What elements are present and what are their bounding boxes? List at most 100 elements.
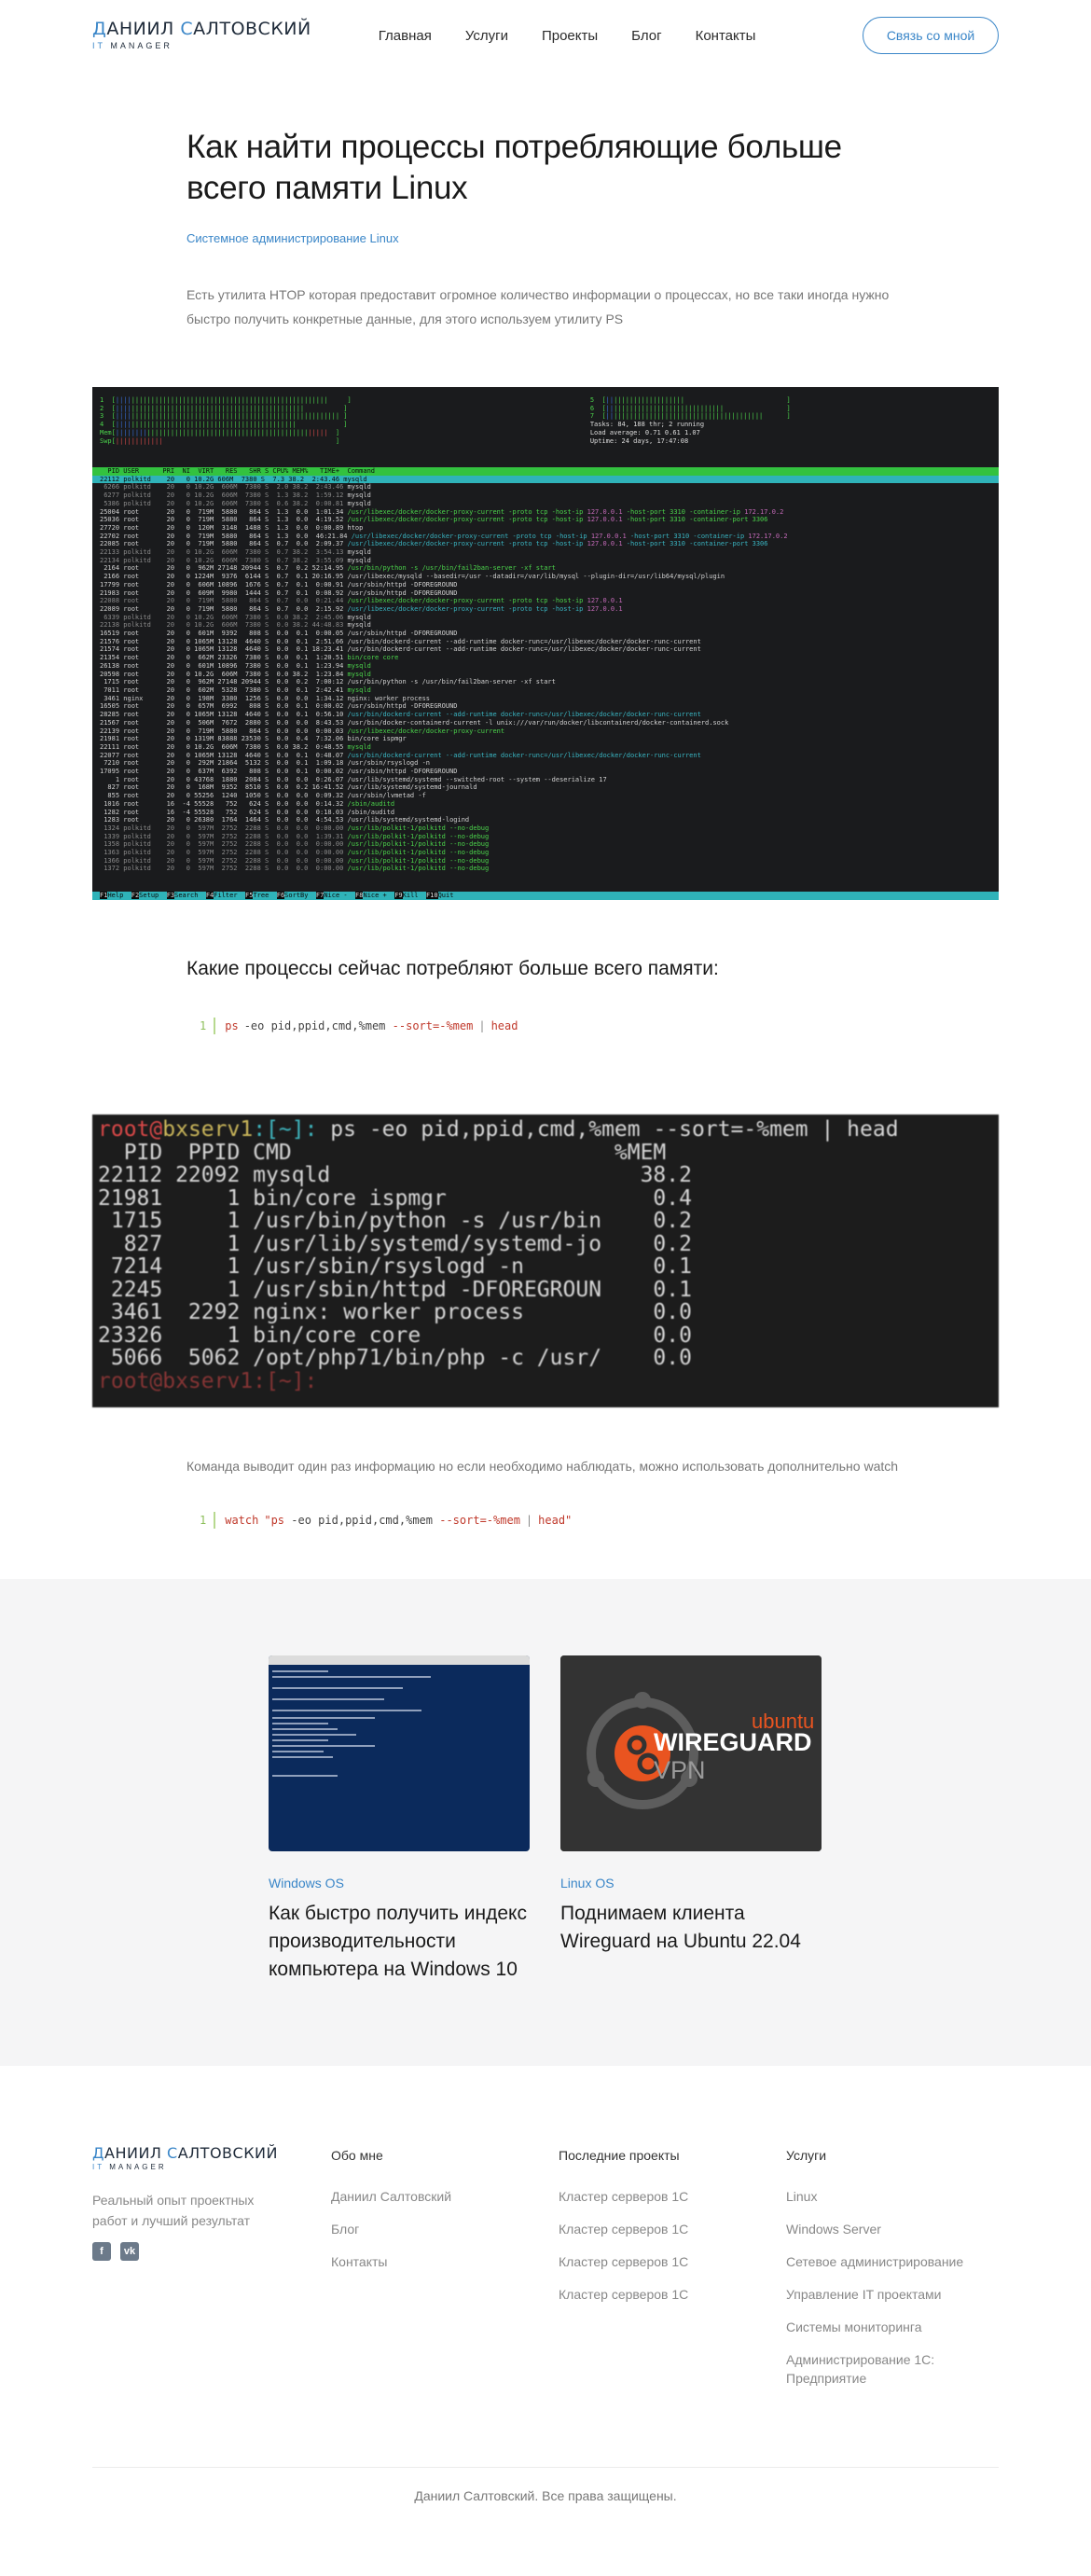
ps-row: 2245 1 /usr/sbin/httpd -DFOREGROUN 0.1 [110,1277,692,1302]
code-block-watch: 1 watch "ps -eo pid,ppid,cmd,%mem --sort… [186,1512,905,1529]
htop-key-label: Quit [437,892,462,899]
htop-key: F2 [131,892,140,899]
footer-link[interactable]: Контакты [331,2252,559,2271]
htop-key-label: Nice - [324,892,356,899]
footer-link[interactable]: Windows Server [786,2220,991,2238]
related-title[interactable]: Как быстро получить индекс производитель… [269,1900,530,1984]
related-title[interactable]: Поднимаем клиента Wireguard на Ubuntu 22… [560,1900,822,1956]
htop-key: F9 [394,892,403,899]
article-category[interactable]: Системное администрирование Linux [186,231,905,245]
nav-home[interactable]: Главная [379,28,432,44]
htop-uptime: Uptime: 24 days, 17:47:08 [589,436,689,445]
code-option: --sort=-%mem [439,1514,520,1527]
htop-key-label: Nice + [363,892,395,899]
nav-blog[interactable]: Блог [631,28,661,44]
logo-name: ДАНИИЛ САЛТОВСКИЙ [92,19,311,39]
ps-row: 1715 1 /usr/bin/python -s /usr/bin 0.2 [110,1209,692,1233]
footer-link[interactable]: Кластер серверов 1С [559,2187,786,2206]
htop-key-label: Search [174,892,206,899]
htop-function-keys: F1Help F2Setup F3Search F4Filter F5Tree … [92,892,999,900]
ps-row: 21981 1 bin/core ispmgr 0.4 [98,1185,692,1211]
section-heading: Какие процессы сейчас потребляют больше … [186,958,719,979]
logo-subtitle: IT MANAGER [92,41,173,50]
htop-key-label: Tree [253,892,277,899]
related-posts: Windows OS Как быстро получить индекс пр… [0,1579,1091,2066]
code-pipe: | [478,1019,486,1032]
site-header: ДАНИИЛ САЛТОВСКИЙ IT MANAGER Главная Усл… [0,0,1091,71]
code-command: watch [225,1514,259,1527]
footer-link[interactable]: Системы мониторинга [786,2318,991,2336]
footer-link[interactable]: Сетевое администрирование [786,2252,991,2271]
footer-link[interactable]: Кластер серверов 1С [559,2252,786,2271]
ps-row: 3461 2292 nginx: worker process 0.0 [110,1300,692,1324]
htop-key: F6 [276,892,285,899]
svg-text:WIREGUARD: WIREGUARD [654,1728,812,1756]
code-args: -eo pid,ppid,cmd,%mem [284,1514,440,1527]
htop-meters: 1 [|||||||||||||||||||||||||||||||||||||… [100,396,991,464]
ps-row: 827 1 /usr/lib/systemd/systemd-jo 0.2 [123,1231,692,1256]
related-card-windows[interactable]: Windows OS Как быстро получить индекс пр… [269,1655,530,1984]
footer-link[interactable]: Администрирование 1С: Предприятие [786,2350,991,2388]
htop-key-label: Setup [139,892,167,899]
ps-last-prompt: root@bxserv1:[~]: [98,1368,331,1393]
svg-text:VPN: VPN [654,1756,706,1784]
footer-logo-subtitle: IT MANAGER [92,2163,167,2171]
footer-link[interactable]: Блог [331,2220,559,2238]
wireguard-thumbnail[interactable]: ubuntu WIREGUARD VPN [560,1655,822,1851]
ps-row: 22112 22092 mysqld 38.2 [98,1163,692,1187]
htop-key: F10 [425,892,438,899]
related-card-wireguard[interactable]: ubuntu WIREGUARD VPN Linux OS Поднимаем … [560,1655,822,1984]
social-links: f vk [92,2242,331,2261]
code-args: -eo pid,ppid,cmd,%mem [243,1019,393,1032]
code-line-number: 1 [200,1019,207,1032]
ps-rows: 22112 22092 mysqld 38.2 21981 1 bin/core… [98,1163,692,1370]
footer-services-heading: Услуги [786,2148,827,2163]
htop-process-rows: 6266 polkitd 20 0 10.2G 606M 7380 S 2.0 … [100,483,788,873]
windows-thumbnail[interactable] [269,1655,530,1851]
copyright: Даниил Салтовский. Все права защищены. [92,2467,999,2523]
footer-about-heading: Обо мне [331,2148,383,2163]
article: Как найти процессы потребляющие больше в… [0,127,1091,1529]
code-option: --sort=-%mem [392,1019,474,1032]
htop-key-label: Filter [214,892,245,899]
htop-screenshot: 1 [|||||||||||||||||||||||||||||||||||||… [92,387,999,900]
footer-logo-name: ДАНИИЛ САЛТОВСКИЙ [92,2144,278,2162]
code-tail: head [490,1019,518,1032]
nav-projects[interactable]: Проекты [542,28,598,44]
ps-terminal-screenshot: root@bxserv1:[~]: ps -eo pid,ppid,cmd,%m… [92,1115,999,1407]
footer-link[interactable]: Кластер серверов 1С [559,2285,786,2304]
footer-tagline: Реальный опыт проектных работ и лучший р… [92,2193,255,2228]
ps-header: PID PPID CMD %MEM [98,1140,667,1165]
htop-key-label: Help [107,892,131,899]
article-note: Команда выводит один раз информацию но е… [186,1459,899,1474]
footer-logo[interactable]: ДАНИИЛ САЛТОВСКИЙ IT MANAGER [92,2146,331,2171]
footer-link[interactable]: Управление IT проектами [786,2285,991,2304]
nav-contacts[interactable]: Контакты [696,28,756,44]
ps-row: 23326 1 bin/core core 0.0 [98,1323,692,1348]
htop-tasks: Tasks: 84, 188 thr; 2 running [589,421,705,429]
htop-key: F3 [166,892,175,899]
footer-link[interactable]: Даниил Салтовский [331,2187,559,2206]
ps-row: 5066 5062 /opt/php71/bin/php -c /usr/ 0.… [110,1346,692,1370]
related-category[interactable]: Windows OS [269,1876,530,1890]
code-command: ps [225,1019,239,1032]
code-line-number: 1 [200,1514,207,1527]
site-logo[interactable]: ДАНИИЛ САЛТОВСКИЙ IT MANAGER [92,21,311,50]
footer-link[interactable]: Кластер серверов 1С [559,2220,786,2238]
htop-column-header: PID USER PRI NI VIRT RES SHR S CPU% MEM%… [92,467,999,476]
htop-key-label: Kill [402,892,426,899]
code-tail: head" [538,1514,573,1527]
nav-services[interactable]: Услуги [465,28,508,44]
htop-key-label: SortBy [284,892,316,899]
vk-icon[interactable]: vk [120,2242,139,2261]
footer-link[interactable]: Linux [786,2187,991,2206]
contact-button[interactable]: Связь со мной [863,17,999,54]
facebook-icon[interactable]: f [92,2242,111,2261]
ps-row: 7214 1 /usr/sbin/rsyslogd -n 0.1 [110,1254,692,1279]
code-pipe: | [525,1514,533,1527]
related-category[interactable]: Linux OS [560,1876,822,1890]
htop-selected-row: 22112 polkitd 20 0 10.2G 606M 7380 S 7.3… [92,475,999,484]
code-gutter [214,1512,216,1529]
code-gutter [214,1018,216,1034]
code-string-start: "ps [264,1514,285,1527]
